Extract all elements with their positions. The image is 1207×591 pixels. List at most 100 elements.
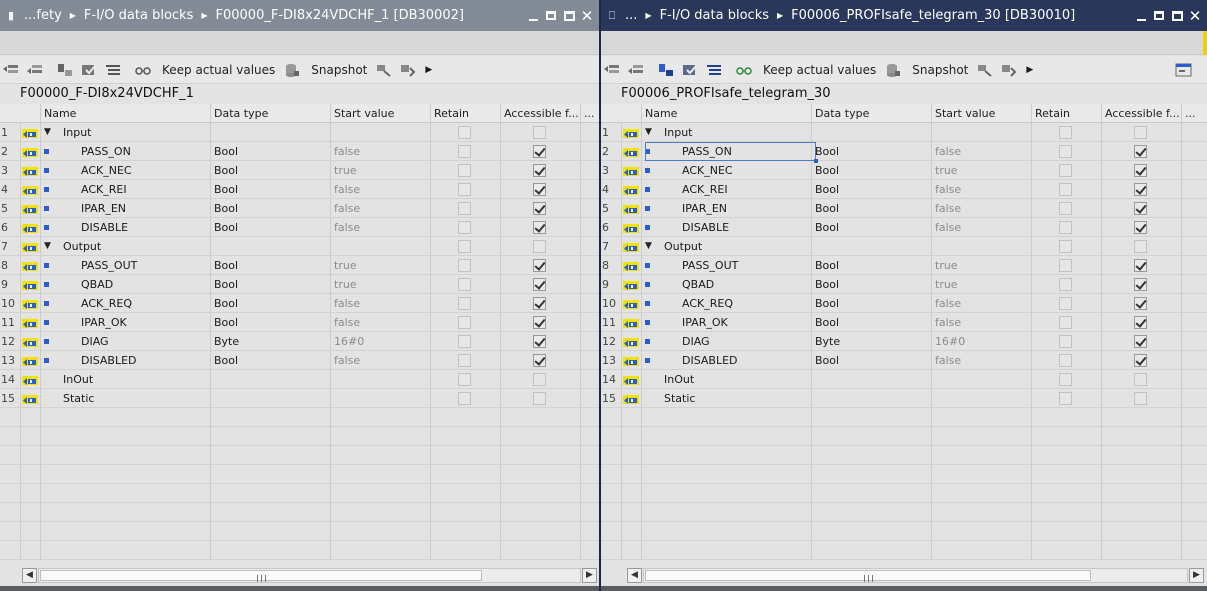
start-value-cell[interactable]: false <box>334 180 426 199</box>
retain-checkbox[interactable] <box>1059 297 1072 310</box>
collapse-all-button[interactable] <box>78 60 100 80</box>
accessible-checkbox[interactable] <box>1134 240 1147 253</box>
start-value-cell[interactable] <box>334 123 426 142</box>
column-header[interactable]: ... <box>1181 104 1207 123</box>
minimize-button[interactable] <box>525 8 541 24</box>
retain-checkbox[interactable] <box>1059 126 1072 139</box>
table-row[interactable]: 10 ACK_REQ Bool false <box>0 294 599 313</box>
table-row[interactable]: 7 ▼ Output <box>0 237 599 256</box>
retain-checkbox[interactable] <box>1059 202 1072 215</box>
retain-checkbox[interactable] <box>1059 145 1072 158</box>
table-row[interactable]: 14 InOut <box>0 370 599 389</box>
show-settings-button[interactable] <box>1173 60 1195 80</box>
retain-checkbox[interactable] <box>1059 392 1072 405</box>
data-type-cell[interactable] <box>214 389 326 408</box>
variable-name[interactable]: Static <box>63 389 188 408</box>
table-row[interactable]: 9 QBAD Bool true <box>0 275 599 294</box>
monitor-button[interactable] <box>132 60 154 80</box>
retain-checkbox[interactable] <box>1059 316 1072 329</box>
variable-name[interactable]: Input <box>63 123 188 142</box>
variable-name[interactable]: ACK_NEC <box>81 161 206 180</box>
data-type-cell[interactable]: Bool <box>214 199 326 218</box>
data-type-cell[interactable]: Bool <box>214 313 326 332</box>
expand-triangle-icon[interactable]: ▼ <box>645 123 652 142</box>
data-type-cell[interactable]: Bool <box>815 199 927 218</box>
table-row[interactable]: 14 InOut <box>601 370 1207 389</box>
accessible-checkbox[interactable] <box>533 202 546 215</box>
scroll-right-button[interactable]: ▶ <box>582 568 597 583</box>
data-type-cell[interactable]: Byte <box>815 332 927 351</box>
data-type-cell[interactable]: Bool <box>214 256 326 275</box>
accessible-checkbox[interactable] <box>1134 164 1147 177</box>
scroll-thumb[interactable] <box>40 570 482 582</box>
close-button[interactable]: ✕ <box>579 8 595 24</box>
column-header[interactable]: Accessible f... <box>500 104 580 123</box>
variable-name[interactable]: ACK_REI <box>81 180 206 199</box>
breadcrumb-item[interactable]: F00000_F-DI8x24VDCHF_1 [DB30002] <box>214 8 466 23</box>
data-type-cell[interactable]: Bool <box>815 275 927 294</box>
table-row[interactable]: 4 ACK_REI Bool false <box>601 180 1207 199</box>
title-bar-right[interactable]: ⎕ ... ▶ F-I/O data blocks ▶ F00006_PROFI… <box>601 0 1207 31</box>
variable-name[interactable]: PASS_ON <box>81 142 206 161</box>
accessible-checkbox[interactable] <box>533 240 546 253</box>
accessible-checkbox[interactable] <box>533 373 546 386</box>
retain-checkbox[interactable] <box>1059 183 1072 196</box>
title-bar-left[interactable]: ▮ ...fety ▶ F-I/O data blocks ▶ F00000_F… <box>0 0 599 31</box>
retain-checkbox[interactable] <box>458 392 471 405</box>
data-type-cell[interactable]: Bool <box>815 161 927 180</box>
variable-name[interactable]: PASS_OUT <box>81 256 206 275</box>
snapshot-db-button[interactable] <box>281 60 303 80</box>
column-header[interactable]: ... <box>580 104 599 123</box>
snapshot-button[interactable]: Snapshot <box>912 63 968 77</box>
start-value-cell[interactable] <box>334 370 426 389</box>
variable-name[interactable]: ACK_REQ <box>81 294 206 313</box>
start-value-cell[interactable]: false <box>935 351 1027 370</box>
retain-checkbox[interactable] <box>1059 259 1072 272</box>
accessible-checkbox[interactable] <box>533 145 546 158</box>
table-row[interactable]: 11 IPAR_OK Bool false <box>601 313 1207 332</box>
table-row[interactable]: 3 ACK_NEC Bool true <box>601 161 1207 180</box>
accessible-checkbox[interactable] <box>533 297 546 310</box>
variable-name[interactable]: DISABLE <box>682 218 807 237</box>
data-type-cell[interactable] <box>214 123 326 142</box>
column-header[interactable]: Retain <box>1031 104 1101 123</box>
variable-name[interactable]: ACK_NEC <box>682 161 807 180</box>
data-type-cell[interactable]: Bool <box>815 218 927 237</box>
column-header[interactable]: Start value <box>931 104 1031 123</box>
list-view-button[interactable] <box>703 60 725 80</box>
collapse-all-button[interactable] <box>679 60 701 80</box>
close-button[interactable]: ✕ <box>1187 8 1203 24</box>
horizontal-scrollbar[interactable]: ◀ ▶ <box>0 567 599 584</box>
data-type-cell[interactable]: Bool <box>815 294 927 313</box>
table-row[interactable]: 12 DIAG Byte 16#0 <box>0 332 599 351</box>
accessible-checkbox[interactable] <box>1134 335 1147 348</box>
variable-name[interactable]: DISABLE <box>81 218 206 237</box>
column-header[interactable]: Accessible f... <box>1101 104 1181 123</box>
horizontal-scrollbar[interactable]: ◀ ▶ <box>601 567 1207 584</box>
retain-checkbox[interactable] <box>458 335 471 348</box>
variable-name[interactable]: DISABLED <box>81 351 206 370</box>
retain-checkbox[interactable] <box>458 240 471 253</box>
expand-all-button[interactable] <box>655 60 677 80</box>
start-value-cell[interactable] <box>334 237 426 256</box>
data-type-cell[interactable] <box>214 237 326 256</box>
breadcrumb-item[interactable]: ...fety <box>22 8 64 23</box>
data-type-cell[interactable]: Bool <box>214 218 326 237</box>
scroll-thumb[interactable] <box>645 570 1091 582</box>
start-value-cell[interactable]: false <box>334 199 426 218</box>
accessible-checkbox[interactable] <box>1134 297 1147 310</box>
retain-checkbox[interactable] <box>458 164 471 177</box>
scroll-right-button[interactable]: ▶ <box>1189 568 1204 583</box>
retain-checkbox[interactable] <box>458 316 471 329</box>
table-row[interactable]: 9 QBAD Bool true <box>601 275 1207 294</box>
breadcrumb-item[interactable]: F-I/O data blocks <box>82 8 195 23</box>
start-value-cell[interactable] <box>935 370 1027 389</box>
retain-checkbox[interactable] <box>1059 354 1072 367</box>
variable-name[interactable]: QBAD <box>682 275 807 294</box>
maximize-button[interactable] <box>1169 8 1185 24</box>
variable-name[interactable]: QBAD <box>81 275 206 294</box>
retain-checkbox[interactable] <box>458 183 471 196</box>
retain-checkbox[interactable] <box>458 221 471 234</box>
table-row[interactable]: 5 IPAR_EN Bool false <box>0 199 599 218</box>
table-row[interactable]: 8 PASS_OUT Bool true <box>601 256 1207 275</box>
